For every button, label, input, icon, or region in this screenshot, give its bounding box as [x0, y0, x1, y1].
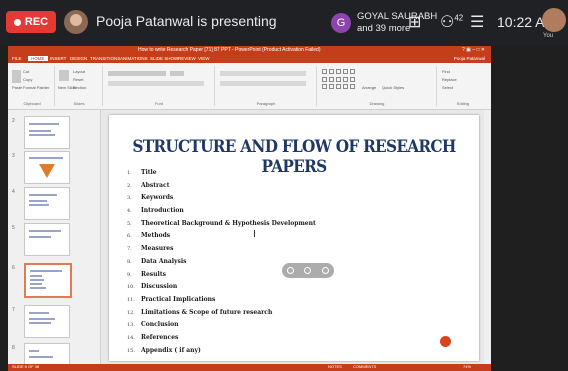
- pin-icon[interactable]: [287, 267, 295, 274]
- attendee-names: GOYAL SAURABH and 39 more: [357, 11, 437, 35]
- slide-number: 6: [12, 265, 15, 271]
- text-cursor: [254, 230, 255, 237]
- copy-button[interactable]: Copy: [23, 77, 32, 82]
- slide-editor-canvas: STRUCTURE AND FLOW OF RESEARCH PAPERS 1.…: [101, 110, 491, 364]
- slide-thumbnail[interactable]: [24, 223, 70, 256]
- tab-design[interactable]: DESIGN: [70, 56, 87, 61]
- attendee-more: and 39 more: [357, 23, 411, 34]
- slide-decor-circle: [440, 336, 451, 347]
- slide-number: 2: [12, 118, 15, 124]
- find-button[interactable]: Find: [442, 69, 450, 74]
- slide-thumbnail-pane: 2 3 4 5 6 7 8: [8, 110, 101, 371]
- slide-thumbnail[interactable]: [24, 187, 70, 220]
- tab-review[interactable]: REVIEW: [178, 56, 196, 61]
- slide-info: SLIDE 6 OF 38: [12, 364, 40, 369]
- slide-title[interactable]: STRUCTURE AND FLOW OF RESEARCH PAPERS: [128, 137, 461, 177]
- layout-button[interactable]: Layout: [73, 69, 85, 74]
- group-font: Font: [104, 66, 215, 106]
- font-size-box[interactable]: [170, 71, 184, 76]
- slide-number: 5: [12, 225, 15, 231]
- shared-screen: How to write Research Paper [71] 87 PPT …: [8, 46, 491, 371]
- notes-button[interactable]: NOTES: [328, 364, 342, 369]
- replace-button[interactable]: Replace: [442, 77, 457, 82]
- tab-home[interactable]: HOME: [28, 56, 48, 61]
- tab-view[interactable]: VIEW: [198, 56, 210, 61]
- record-dot-icon: [13, 18, 21, 26]
- attendee-avatar: G: [331, 13, 351, 33]
- slide-number: 7: [12, 307, 15, 313]
- tab-animations[interactable]: ANIMATIONS: [120, 56, 148, 61]
- arrange-button[interactable]: Arrange: [362, 85, 376, 90]
- align-buttons[interactable]: [220, 81, 306, 86]
- zoom-level[interactable]: 74%: [463, 364, 471, 369]
- participants-icon[interactable]: ⚇42: [440, 12, 463, 32]
- tab-insert[interactable]: INSERT: [50, 56, 66, 61]
- chat-icon[interactable]: ☰: [470, 12, 484, 32]
- slide-number: 3: [12, 153, 15, 159]
- clipboard-label: Clipboard: [23, 101, 41, 106]
- group-paragraph: Paragraph: [216, 66, 317, 106]
- tab-file[interactable]: FILE: [12, 56, 22, 61]
- editing-label: Editing: [456, 101, 470, 106]
- current-slide[interactable]: STRUCTURE AND FLOW OF RESEARCH PAPERS 1.…: [109, 115, 479, 361]
- cut-button[interactable]: Cut: [23, 69, 29, 74]
- group-clipboard: Paste Cut Copy Format Painter Clipboard: [10, 66, 55, 106]
- slide-thumbnail[interactable]: [24, 116, 70, 149]
- section-button[interactable]: Section: [73, 85, 86, 90]
- ribbon: Paste Cut Copy Format Painter Clipboard …: [8, 63, 491, 110]
- font-name-box[interactable]: [108, 71, 166, 76]
- group-editing: Find Replace Select Editing: [438, 66, 488, 106]
- paste-icon[interactable]: [12, 70, 21, 83]
- tab-slideshow[interactable]: SLIDE SHOW: [150, 56, 178, 61]
- recording-badge: REC: [6, 11, 56, 33]
- mute-icon[interactable]: [304, 267, 312, 274]
- attendee-name: GOYAL SAURABH: [357, 11, 438, 22]
- format-painter-button[interactable]: Format Painter: [23, 85, 49, 90]
- comments-button[interactable]: COMMENTS: [353, 364, 376, 369]
- select-button[interactable]: Select: [442, 85, 453, 90]
- drawing-label: Drawing: [369, 101, 385, 106]
- font-format-buttons[interactable]: [108, 81, 204, 86]
- reset-button[interactable]: Reset: [73, 77, 83, 82]
- presenter-overlay-controls[interactable]: [282, 263, 334, 278]
- group-slides: New Slide Layout Reset Section Slides: [56, 66, 103, 106]
- slide-thumbnail-selected[interactable]: [24, 263, 72, 298]
- slide-number: 4: [12, 189, 15, 195]
- you-label: You: [543, 33, 554, 39]
- group-drawing: Arrange Quick Styles Drawing: [318, 66, 437, 106]
- meet-top-bar: REC Pooja Patanwal is presenting G GOYAL…: [0, 0, 568, 46]
- presenter-avatar: [64, 10, 88, 34]
- paste-button[interactable]: Paste: [12, 85, 22, 90]
- remove-icon[interactable]: [321, 267, 329, 274]
- ribbon-tabs: FILE HOME INSERT DESIGN TRANSITIONS ANIM…: [8, 55, 491, 63]
- list-buttons[interactable]: [220, 71, 306, 76]
- rec-label: REC: [24, 16, 49, 28]
- self-avatar: [542, 8, 566, 32]
- layout-grid-icon[interactable]: ⊞: [408, 12, 421, 32]
- slide-thumbnail[interactable]: [24, 305, 70, 338]
- shapes-gallery[interactable]: [322, 69, 355, 91]
- ppt-window-title: How to write Research Paper [71] 87 PPT …: [138, 47, 321, 53]
- slide-thumbnail[interactable]: [24, 151, 70, 184]
- slide-number: 8: [12, 345, 15, 351]
- window-controls[interactable]: ? ▣ – □ ✕: [462, 47, 485, 53]
- paragraph-label: Paragraph: [256, 101, 276, 106]
- ppt-status-bar: SLIDE 6 OF 38 NOTES COMMENTS 74%: [8, 364, 491, 371]
- quick-styles-button[interactable]: Quick Styles: [382, 85, 404, 90]
- participants-badge: 42: [454, 13, 464, 23]
- presenting-text: Pooja Patanwal is presenting: [96, 13, 277, 29]
- ppt-user: Pooja Patanwal: [453, 56, 485, 61]
- new-slide-icon[interactable]: [59, 70, 69, 81]
- tab-transitions[interactable]: TRANSITIONS: [90, 56, 120, 61]
- font-label: Font: [154, 101, 163, 106]
- vertical-scrollbar[interactable]: [484, 110, 491, 364]
- slides-label: Slides: [73, 101, 85, 106]
- ppt-title-bar: How to write Research Paper [71] 87 PPT …: [8, 46, 491, 55]
